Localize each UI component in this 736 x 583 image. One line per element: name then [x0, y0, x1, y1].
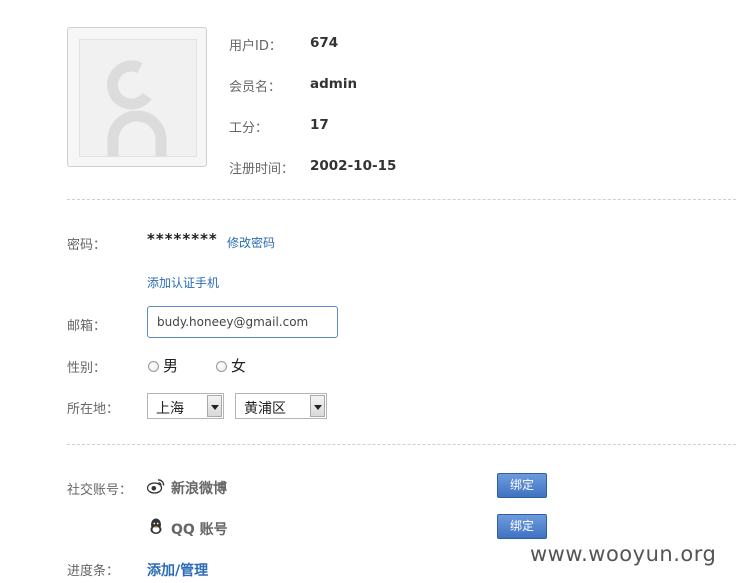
province-value: 上海 — [156, 401, 184, 417]
password-label: 密码： — [67, 238, 107, 253]
progress-manage-link[interactable]: 添加/管理 — [147, 560, 208, 580]
member-name-value: admin — [310, 76, 358, 92]
work-points-value: 17 — [310, 117, 329, 133]
register-time-value: 2002-10-15 — [310, 158, 397, 174]
user-id-value: 674 — [310, 35, 339, 51]
member-name-label: 会员名： — [229, 80, 282, 95]
avatar — [67, 27, 207, 167]
user-id-label: 用户ID： — [229, 39, 282, 54]
divider — [67, 444, 736, 445]
district-select[interactable]: 黄浦区 — [235, 393, 327, 419]
weibo-icon — [146, 478, 165, 498]
password-mask: ******** — [147, 230, 218, 248]
qq-account-name: QQ 账号 — [171, 522, 228, 538]
gender-male-label: 男 — [163, 357, 179, 375]
register-time-label: 注册时间： — [229, 162, 295, 177]
weibo-account-name: 新浪微博 — [171, 481, 227, 497]
chevron-down-icon[interactable] — [207, 395, 222, 417]
email-label: 邮箱： — [67, 319, 107, 334]
gender-female-label: 女 — [231, 357, 247, 375]
add-phone-link[interactable]: 添加认证手机 — [147, 274, 219, 291]
divider — [67, 199, 736, 200]
email-field[interactable] — [147, 306, 338, 338]
district-value: 黄浦区 — [244, 401, 286, 417]
progress-label: 进度条： — [67, 564, 120, 579]
qq-icon — [148, 518, 164, 539]
bind-qq-button[interactable]: 绑定 — [497, 514, 547, 539]
chevron-down-icon[interactable] — [310, 395, 325, 417]
bind-weibo-button[interactable]: 绑定 — [497, 473, 547, 498]
default-avatar-icon — [79, 39, 197, 157]
gender-label: 性别： — [67, 361, 107, 376]
gender-male-radio[interactable] — [148, 361, 159, 372]
gender-female-radio[interactable] — [216, 361, 227, 372]
work-points-label: 工分： — [229, 121, 269, 136]
change-password-link[interactable]: 修改密码 — [227, 234, 275, 251]
province-select[interactable]: 上海 — [147, 393, 224, 419]
location-label: 所在地： — [67, 402, 120, 417]
social-accounts-label: 社交账号： — [67, 483, 133, 498]
watermark: www.wooyun.org — [530, 542, 717, 566]
